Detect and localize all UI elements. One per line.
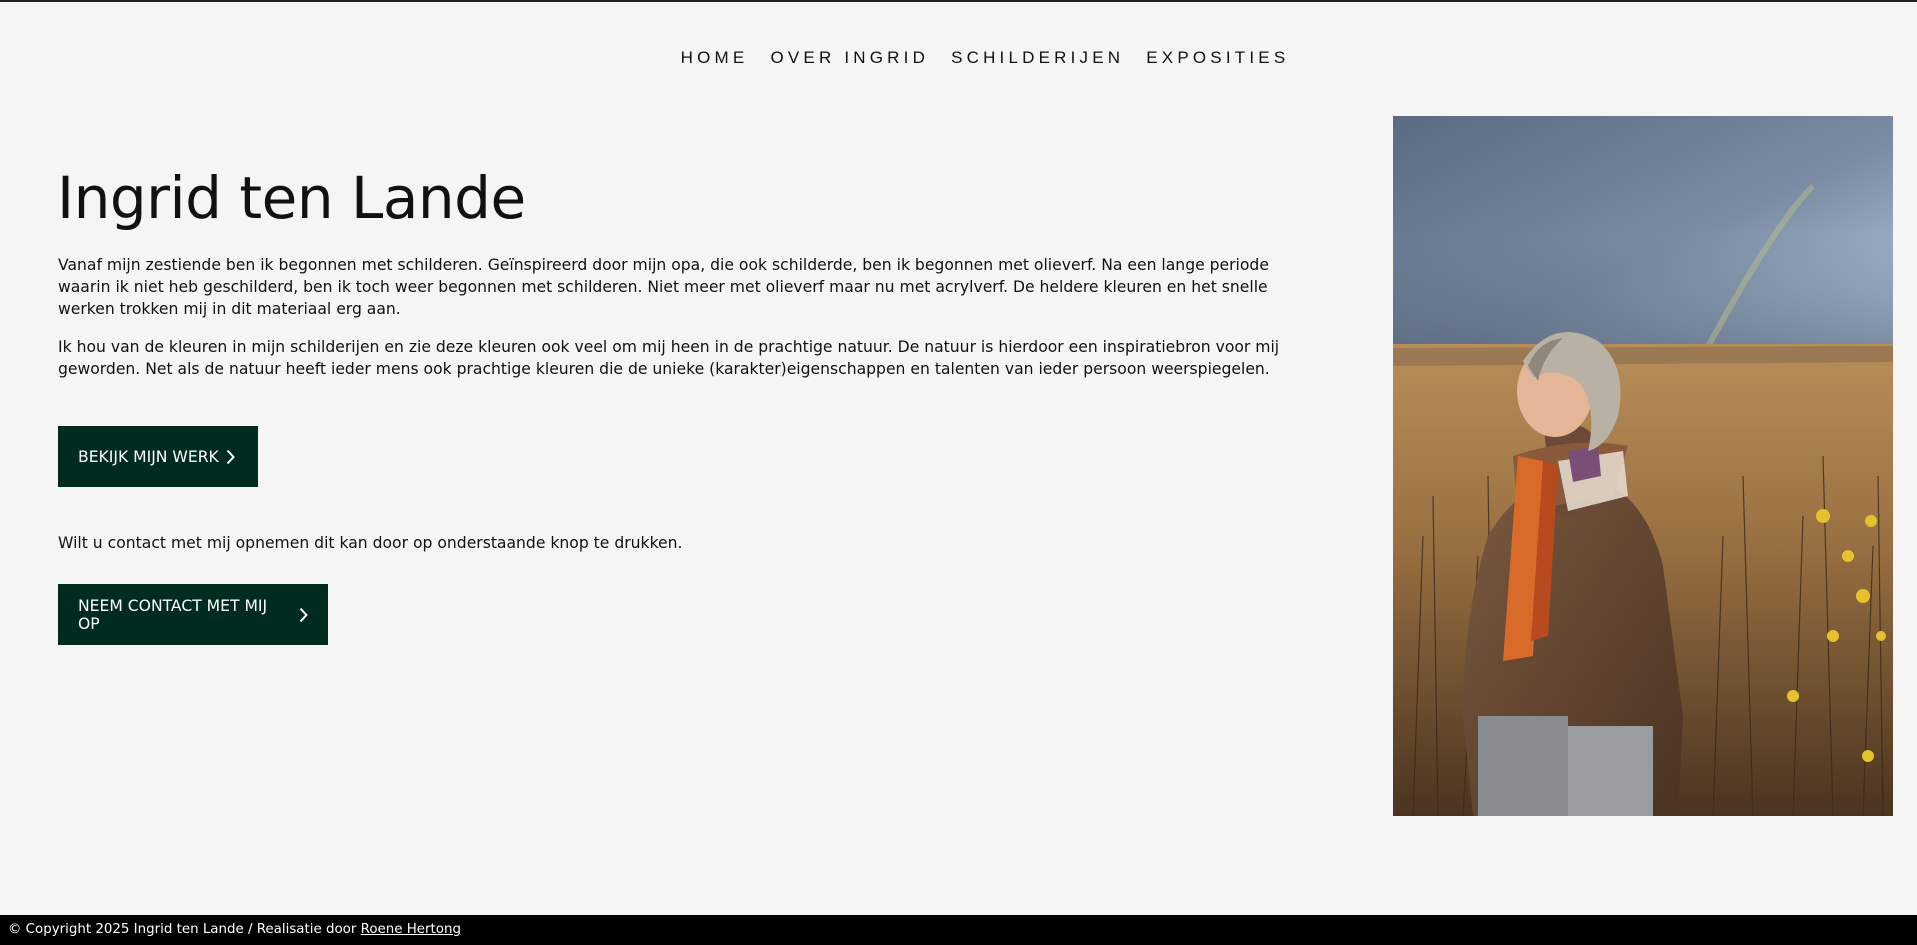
- nav-item-exposities[interactable]: EXPOSITIES: [1146, 46, 1289, 70]
- top-border: [0, 0, 1917, 2]
- footer-copyright: © Copyright 2025 Ingrid ten Lande / Real…: [8, 922, 361, 937]
- contact-button[interactable]: NEEM CONTACT MET MIJ OP: [58, 584, 328, 645]
- nav-item-schilderijen[interactable]: SCHILDERIJEN: [951, 46, 1124, 70]
- page-title: Ingrid ten Lande: [57, 164, 526, 232]
- nav-item-over-ingrid[interactable]: OVER INGRID: [770, 46, 929, 70]
- chevron-right-icon: [299, 607, 308, 622]
- nav-item-home[interactable]: HOME: [681, 46, 749, 70]
- nature-paragraph: Ik hou van de kleuren in mijn schilderij…: [58, 338, 1280, 378]
- portrait-illustration: [1393, 116, 1893, 816]
- view-work-button-label: BEKIJK MIJN WERK: [78, 447, 219, 466]
- portrait-photo: [1393, 116, 1893, 816]
- footer-credit-link[interactable]: Roene Hertong: [361, 922, 461, 937]
- main-nav: HOME OVER INGRID SCHILDERIJEN EXPOSITIES: [0, 46, 1917, 70]
- intro-paragraph: Vanaf mijn zestiende ben ik begonnen met…: [58, 256, 1269, 318]
- site-footer: © Copyright 2025 Ingrid ten Lande / Real…: [0, 915, 1917, 945]
- view-work-button[interactable]: BEKIJK MIJN WERK: [58, 426, 258, 487]
- contact-text: Wilt u contact met mij opnemen dit kan d…: [58, 534, 683, 552]
- contact-button-label: NEEM CONTACT MET MIJ OP: [78, 596, 268, 633]
- chevron-right-icon: [226, 449, 235, 464]
